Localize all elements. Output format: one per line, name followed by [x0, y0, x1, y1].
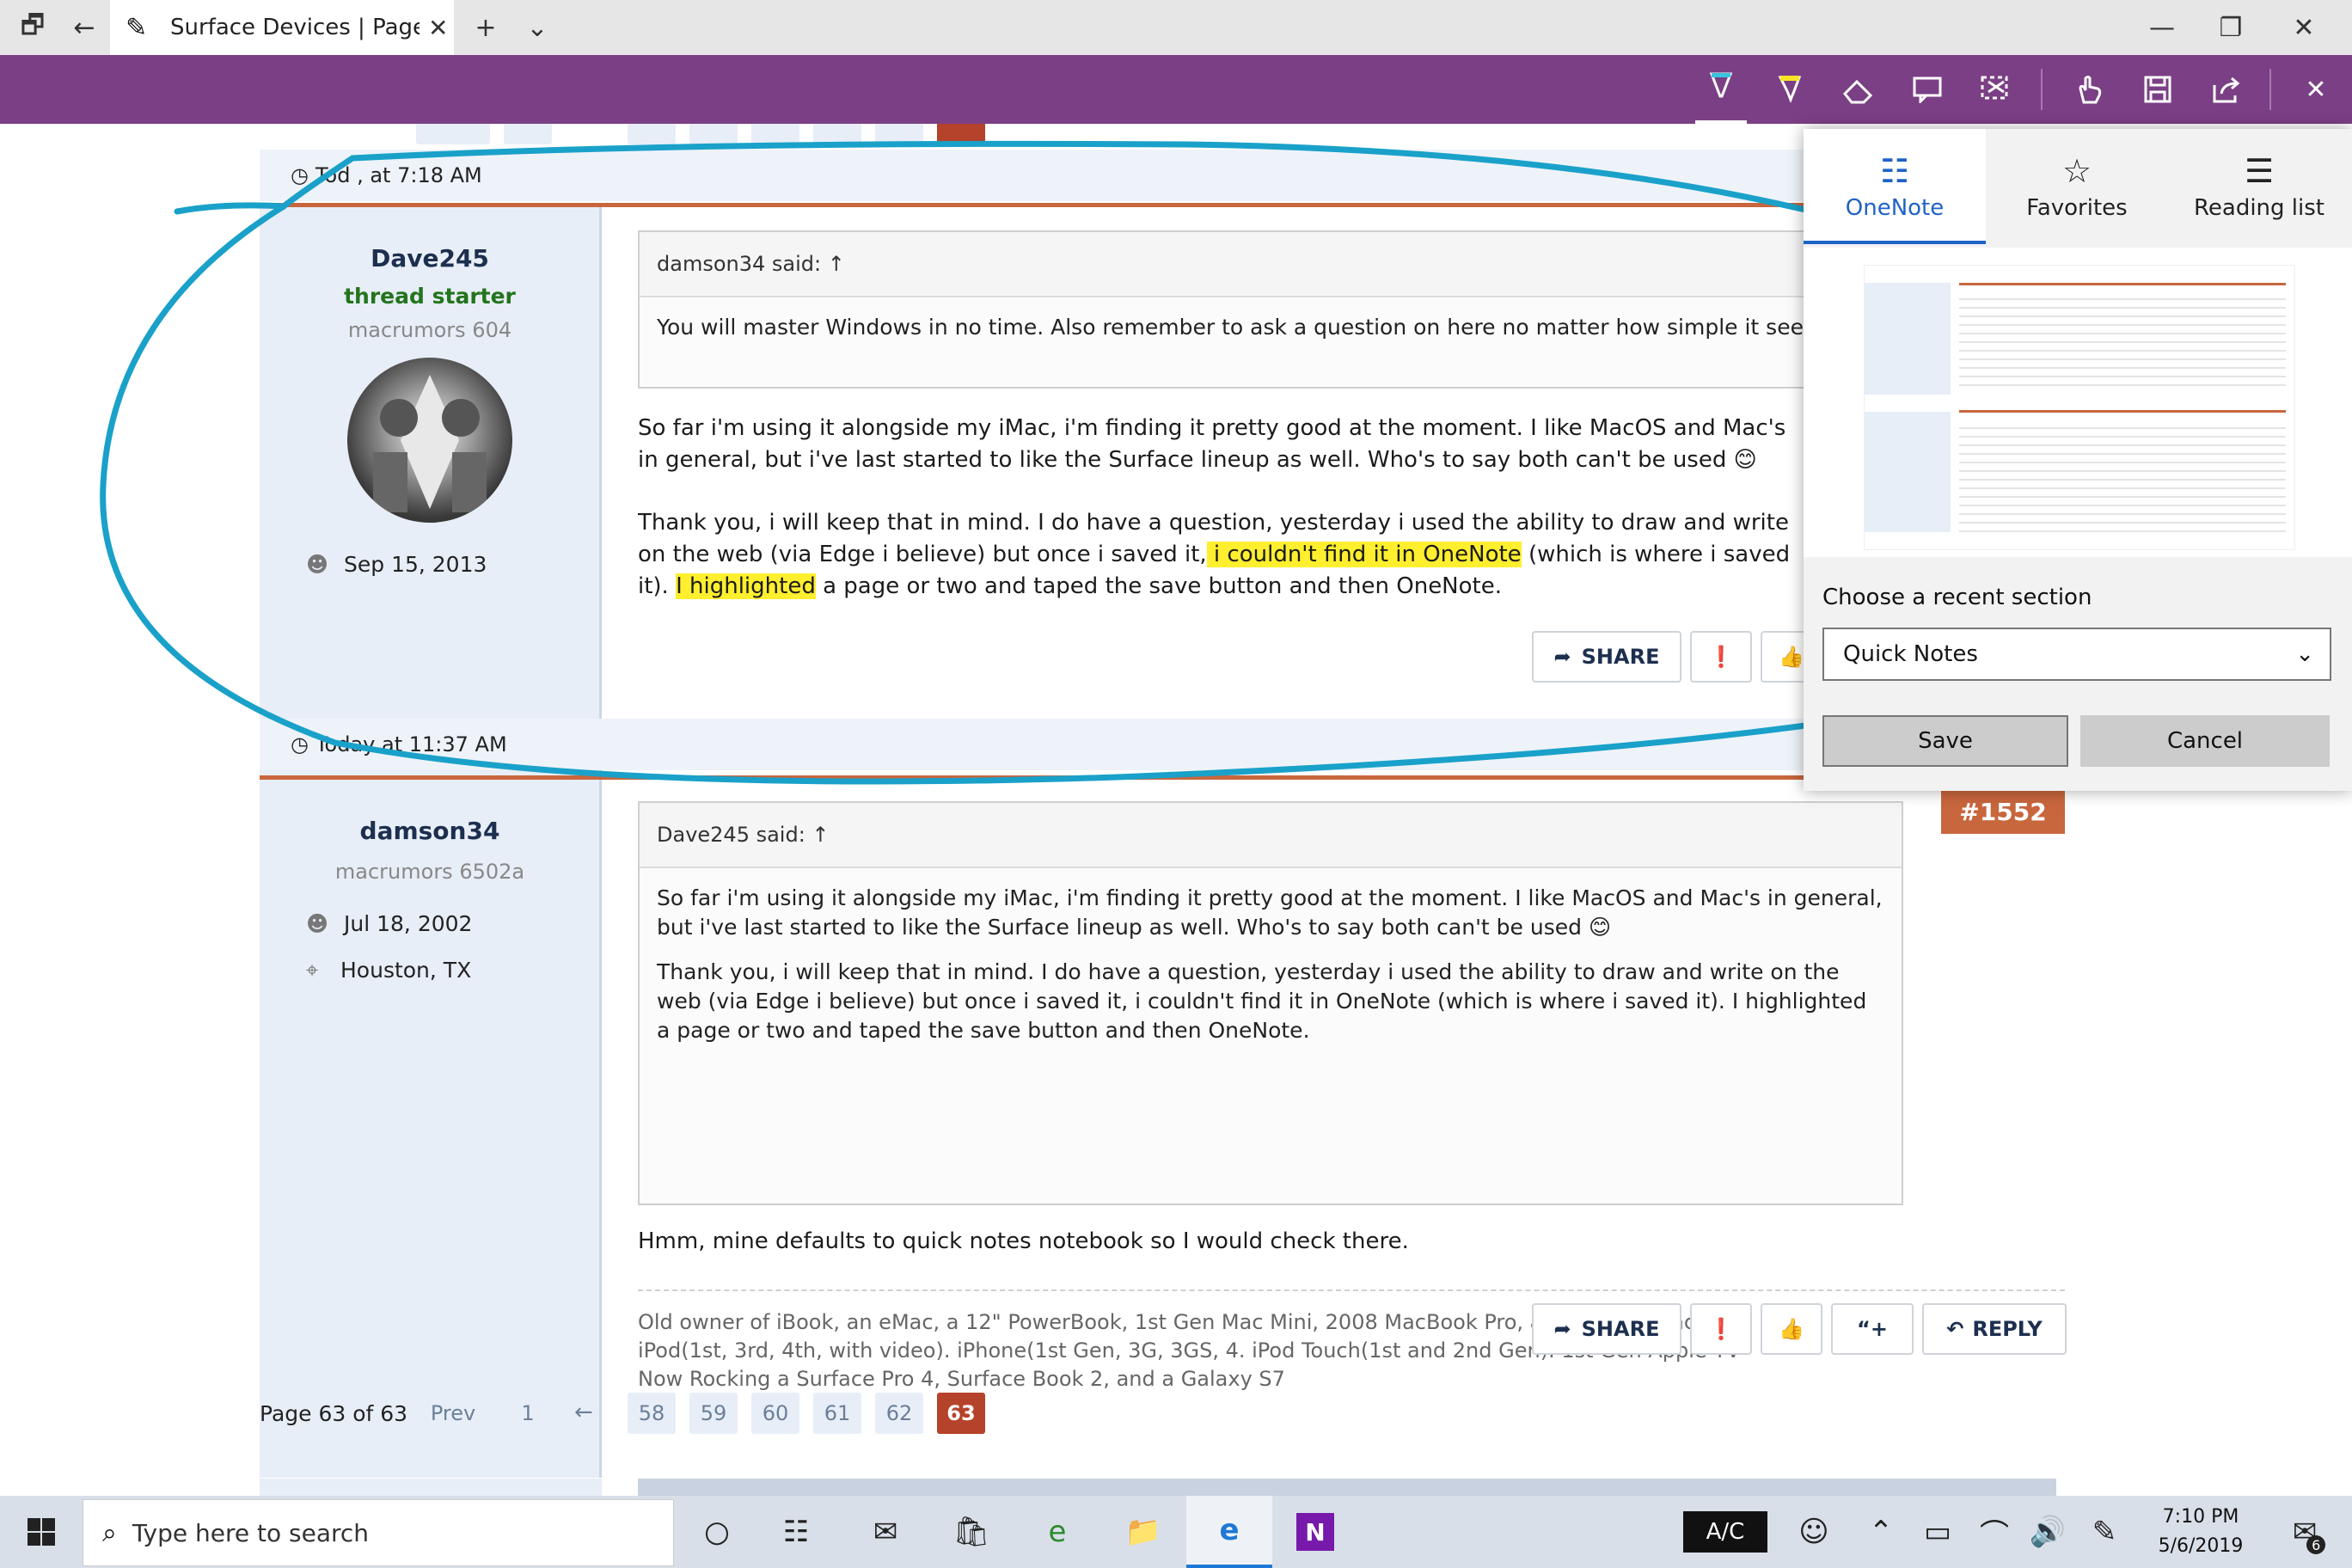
tab-label: OneNote: [1845, 195, 1945, 221]
clock-time: 7:10 PM: [2162, 1506, 2239, 1528]
start-button[interactable]: [0, 1496, 83, 1568]
page-preview-thumbnail: [1804, 248, 2352, 557]
tab-label: Favorites: [2026, 195, 2128, 221]
restore-icon[interactable]: ❐: [2201, 0, 2261, 55]
touch-writing-icon[interactable]: [2063, 55, 2115, 124]
share-icon[interactable]: [2201, 55, 2252, 124]
selected-tab-indicator: [1804, 241, 1986, 244]
tab-preview-chevron-icon[interactable]: ⌄: [516, 0, 559, 55]
tab-label: Reading list: [2194, 195, 2324, 221]
thumbnail-page: [1864, 265, 2295, 550]
taskbar-search-box[interactable]: ⌕ Type here to search: [83, 1499, 674, 1566]
clock-date: 5/6/2019: [2158, 1535, 2244, 1557]
show-hidden-icons-chevron-icon[interactable]: ⌃: [1857, 1496, 1905, 1568]
edge-icon[interactable]: e: [1186, 1496, 1272, 1568]
save-button[interactable]: Save: [1822, 715, 2068, 767]
task-view-icon[interactable]: ☷: [767, 1496, 825, 1568]
action-center-icon[interactable]: ✉ 6: [2275, 1496, 2335, 1568]
tab-favorites[interactable]: ☆ Favorites: [1986, 129, 2168, 244]
exit-icon[interactable]: ✕: [2290, 55, 2342, 124]
search-placeholder: Type here to search: [132, 1518, 370, 1547]
tab-reading-list[interactable]: ☰ Reading list: [2168, 129, 2350, 244]
tab-close-icon[interactable]: ✕: [428, 14, 448, 42]
ac-indicator[interactable]: A/C: [1683, 1511, 1767, 1553]
file-explorer-icon[interactable]: 📁: [1109, 1496, 1178, 1568]
save-web-note-panel: ☷ OneNote ☆ Favorites ☰ Reading list Cho…: [1804, 129, 2352, 791]
thumbnail-divider: [1959, 283, 2286, 285]
cortana-icon[interactable]: ○: [688, 1496, 746, 1568]
notification-count: 6: [2306, 1535, 2326, 1554]
store-icon[interactable]: 🛍: [937, 1496, 1006, 1568]
browser-tab[interactable]: ✎ Surface Devices | Page 6 ✕: [110, 0, 454, 55]
battery-icon[interactable]: ▭: [1914, 1496, 1962, 1568]
tab-onenote[interactable]: ☷ OneNote: [1804, 129, 1986, 244]
onenote-taskbar-icon[interactable]: N: [1272, 1496, 1358, 1568]
highlighter-icon[interactable]: [1764, 55, 1816, 124]
star-icon: ☆: [2061, 152, 2092, 190]
cancel-button[interactable]: Cancel: [2080, 715, 2330, 767]
volume-icon[interactable]: 🔊: [2024, 1496, 2072, 1568]
eraser-icon[interactable]: [1833, 55, 1884, 124]
web-note-icon: ✎: [126, 12, 148, 43]
pen-workspace-icon[interactable]: ✎: [2080, 1496, 2128, 1568]
save-web-note-icon[interactable]: [2132, 55, 2184, 124]
ballpoint-pen-icon[interactable]: [1695, 55, 1747, 124]
section-dropdown[interactable]: Quick Notes ⌄: [1822, 628, 2331, 681]
close-window-icon[interactable]: ✕: [2274, 0, 2334, 55]
new-tab-icon[interactable]: +: [464, 0, 507, 55]
notification-icon: ✉ 6: [2293, 1515, 2326, 1554]
onenote-glyph: N: [1296, 1513, 1334, 1551]
tab-title: Surface Devices | Page 6: [170, 15, 420, 40]
clock[interactable]: 7:10 PM 5/6/2019: [2141, 1503, 2261, 1561]
toolbar-divider: [2041, 69, 2043, 110]
edge-dev-icon[interactable]: e: [1023, 1496, 1092, 1568]
thumbnail-text: [1959, 291, 2286, 386]
clip-icon[interactable]: [1970, 55, 2022, 124]
tab-manager-icon[interactable]: 🗗: [9, 0, 57, 55]
thumbnail-divider: [1959, 410, 2286, 413]
chevron-down-icon: ⌄: [2295, 641, 2314, 667]
thumbnail-user-panel: [1865, 283, 1951, 395]
thumbnail-text: [1959, 420, 2286, 532]
minimize-icon[interactable]: —: [2132, 0, 2192, 55]
toolbar-divider: [2269, 69, 2271, 110]
onenote-icon: ☷: [1879, 152, 1910, 190]
people-icon[interactable]: ☺: [1788, 1496, 1840, 1568]
thumbnail-user-panel: [1865, 412, 1951, 532]
mail-icon[interactable]: ✉: [851, 1496, 920, 1568]
wifi-icon[interactable]: ⌒: [1970, 1496, 2018, 1568]
search-icon: ⌕: [102, 1517, 117, 1548]
add-note-icon[interactable]: [1902, 55, 1953, 124]
section-value: Quick Notes: [1843, 641, 1978, 667]
reading-list-icon: ☰: [2244, 152, 2275, 190]
set-aside-tabs-icon[interactable]: ←: [60, 0, 108, 55]
section-label: Choose a recent section: [1822, 585, 2092, 610]
